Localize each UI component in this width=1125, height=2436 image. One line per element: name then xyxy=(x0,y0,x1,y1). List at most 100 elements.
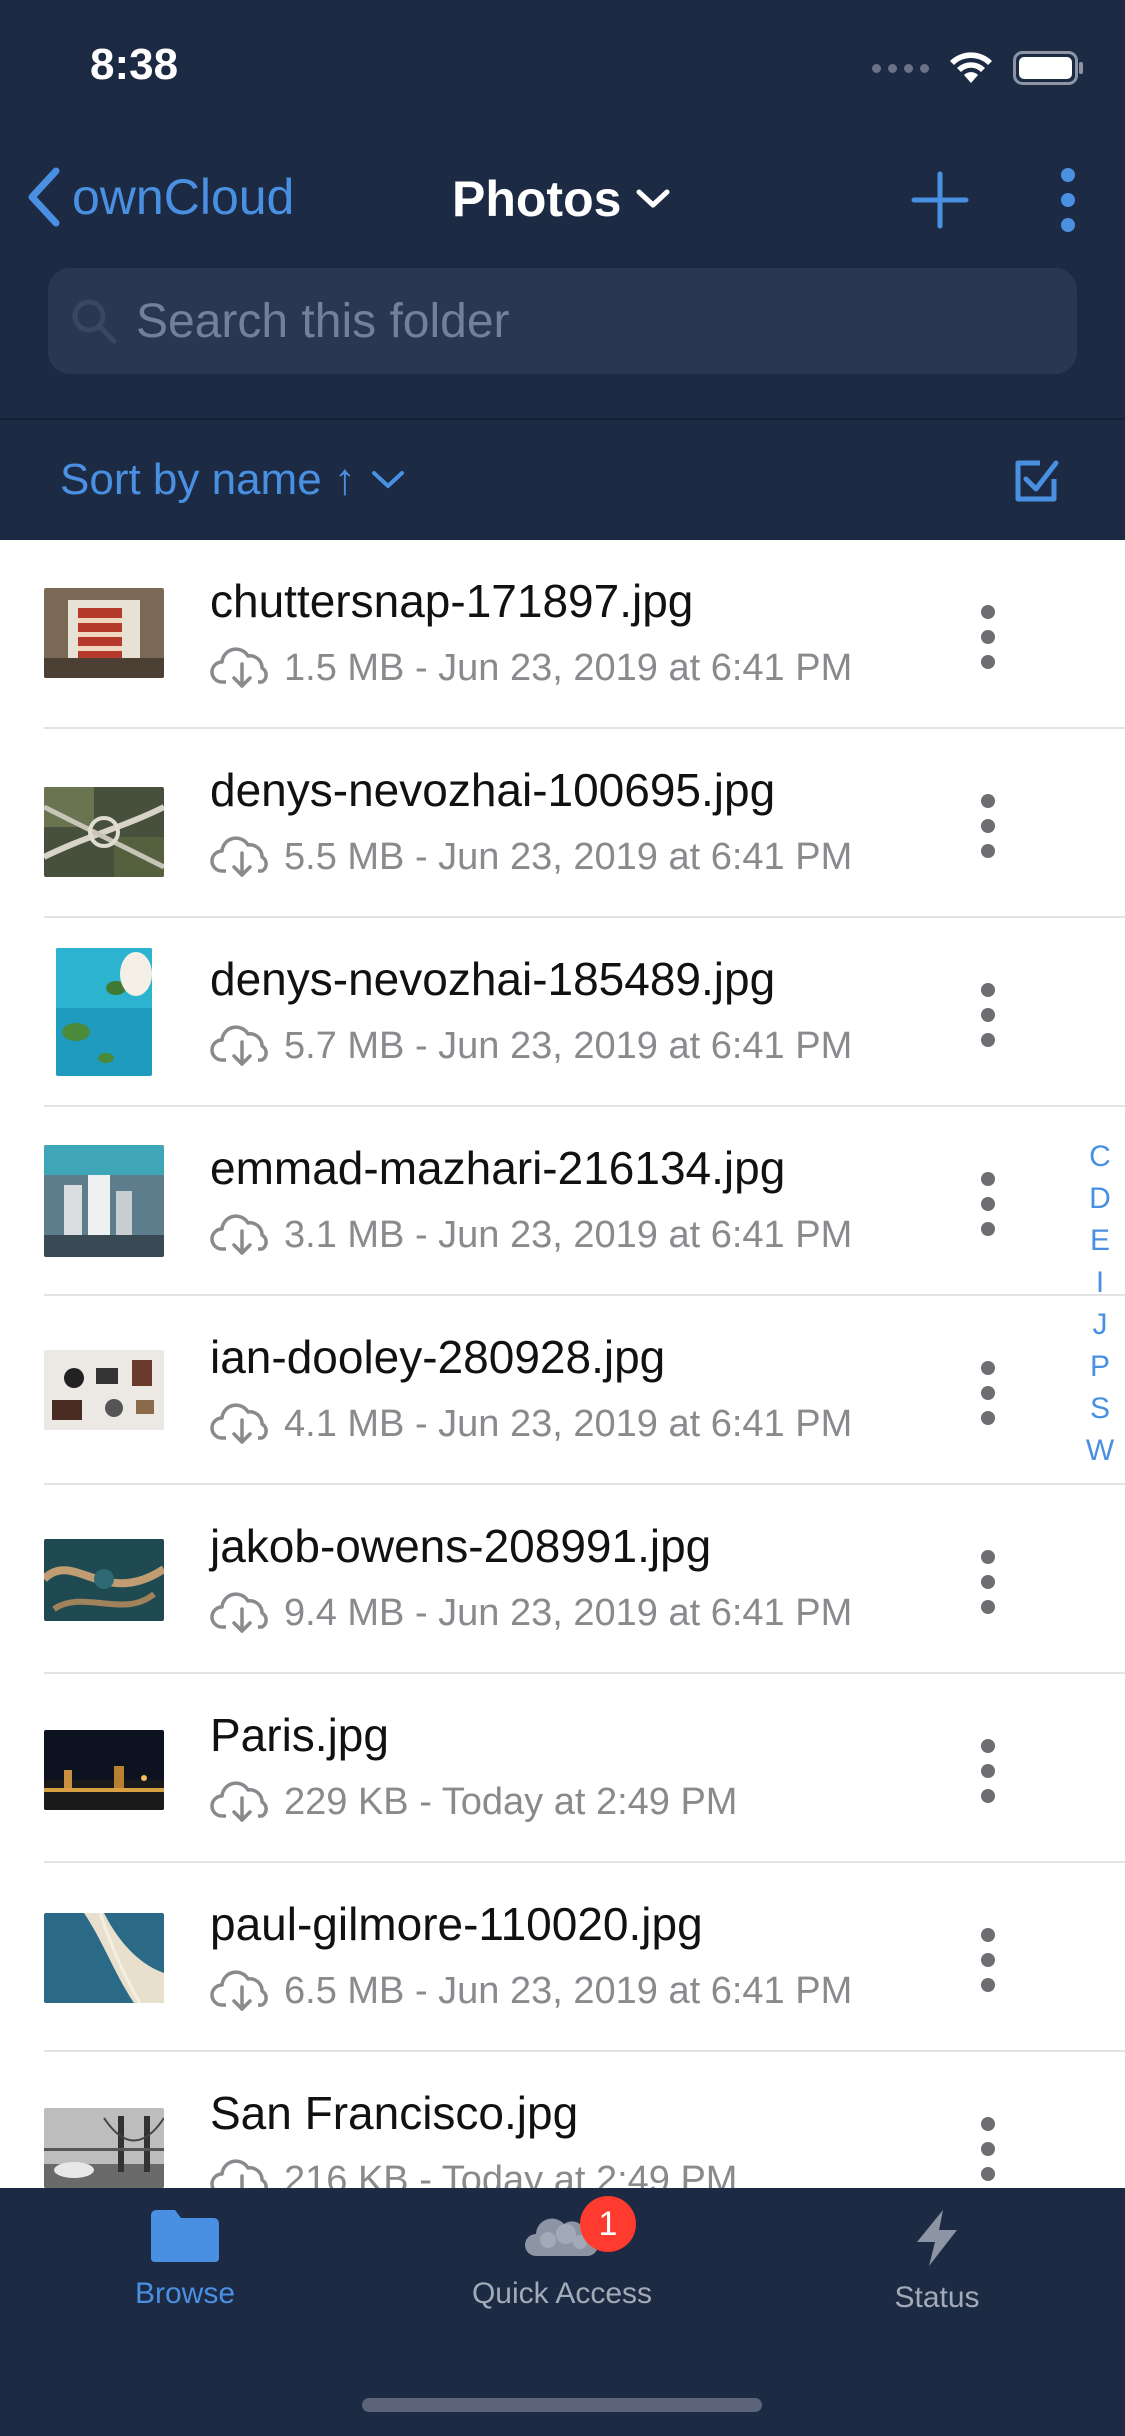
sort-label: Sort by name ↑ xyxy=(60,455,356,504)
file-name: chuttersnap-171897.jpg xyxy=(210,575,694,627)
more-actions-button[interactable] xyxy=(1050,165,1086,235)
more-options-icon[interactable] xyxy=(976,2114,1000,2184)
file-size-date: 5.5 MB - Jun 23, 2019 at 6:41 PM xyxy=(284,835,853,878)
thumbnail-image xyxy=(44,588,164,678)
back-button[interactable]: ownCloud xyxy=(24,165,294,229)
page-title: Photos xyxy=(452,171,622,227)
list-item[interactable]: paul-gilmore-110020.jpg 6.5 MB - Jun 23,… xyxy=(0,1863,1125,2052)
home-indicator xyxy=(362,2398,762,2412)
cloud-download-icon xyxy=(210,836,268,877)
more-options-icon[interactable] xyxy=(976,980,1000,1050)
tab-label: Status xyxy=(894,2281,980,2314)
divider xyxy=(0,418,1125,420)
file-name: paul-gilmore-110020.jpg xyxy=(210,1898,703,1950)
notification-badge: 1 xyxy=(580,2196,636,2252)
file-size-date: 229 KB - Today at 2:49 PM xyxy=(284,1780,738,1823)
file-meta: 9.4 MB - Jun 23, 2019 at 6:41 PM xyxy=(210,1591,852,1635)
index-letter[interactable]: J xyxy=(1093,1308,1108,1342)
more-options-icon[interactable] xyxy=(976,1736,1000,1806)
chevron-left-icon xyxy=(28,167,60,227)
list-item[interactable]: jakob-owens-208991.jpg 9.4 MB - Jun 23, … xyxy=(0,1485,1125,1674)
cellular-signal-icon xyxy=(872,63,929,73)
cloud-download-icon xyxy=(210,1025,268,1066)
file-size-date: 5.7 MB - Jun 23, 2019 at 6:41 PM xyxy=(284,1024,853,1067)
file-name: ian-dooley-280928.jpg xyxy=(210,1331,666,1383)
index-letter[interactable]: S xyxy=(1090,1392,1110,1426)
tab-label: Browse xyxy=(134,2277,236,2310)
file-meta: 6.5 MB - Jun 23, 2019 at 6:41 PM xyxy=(210,1969,852,2013)
lightning-icon xyxy=(917,2210,957,2266)
index-letter[interactable]: P xyxy=(1090,1350,1110,1384)
sort-button[interactable]: Sort by name ↑ xyxy=(60,455,406,505)
file-meta: 5.5 MB - Jun 23, 2019 at 6:41 PM xyxy=(210,835,852,879)
battery-icon xyxy=(1013,51,1083,85)
chevron-down-icon xyxy=(636,189,670,208)
thumbnail-image xyxy=(44,1145,164,1257)
cloud-download-icon xyxy=(210,1781,268,1822)
tab-status[interactable]: Status xyxy=(812,2208,1062,2315)
list-item[interactable]: San Francisco.jpg 216 KB - Today at 2:49… xyxy=(0,2052,1125,2188)
tab-quick-access[interactable]: Quick Access xyxy=(437,2208,687,2311)
more-options-icon[interactable] xyxy=(976,602,1000,672)
folder-title-dropdown[interactable]: Photos xyxy=(452,170,671,228)
folder-icon xyxy=(151,2210,219,2262)
file-size-date: 3.1 MB - Jun 23, 2019 at 6:41 PM xyxy=(284,1213,853,1256)
cloud-download-icon xyxy=(210,647,268,688)
list-item[interactable]: Paris.jpg 229 KB - Today at 2:49 PM xyxy=(0,1674,1125,1863)
chevron-down-icon xyxy=(371,471,404,488)
file-name: San Francisco.jpg xyxy=(210,2087,579,2139)
file-size-date: 216 KB - Today at 2:49 PM xyxy=(284,2158,738,2189)
index-letter[interactable]: I xyxy=(1096,1266,1104,1300)
thumbnail-image xyxy=(44,1730,164,1810)
file-meta: 3.1 MB - Jun 23, 2019 at 6:41 PM xyxy=(210,1213,852,1257)
index-letter[interactable]: E xyxy=(1090,1224,1110,1258)
section-index[interactable]: C D E I J P S W xyxy=(1080,1140,1120,1468)
more-options-icon[interactable] xyxy=(976,1925,1000,1995)
thumbnail-image xyxy=(44,1539,164,1621)
file-list: chuttersnap-171897.jpg 1.5 MB - Jun 23, … xyxy=(0,540,1125,2188)
cloud-download-icon xyxy=(210,1592,268,1633)
list-item[interactable]: denys-nevozhai-185489.jpg 5.7 MB - Jun 2… xyxy=(0,918,1125,1107)
status-time: 8:38 xyxy=(90,40,179,89)
list-item[interactable]: chuttersnap-171897.jpg 1.5 MB - Jun 23, … xyxy=(0,540,1125,729)
file-meta: 229 KB - Today at 2:49 PM xyxy=(210,1780,737,1824)
file-size-date: 9.4 MB - Jun 23, 2019 at 6:41 PM xyxy=(284,1591,853,1634)
list-item[interactable]: emmad-mazhari-216134.jpg 3.1 MB - Jun 23… xyxy=(0,1107,1125,1296)
file-name: emmad-mazhari-216134.jpg xyxy=(210,1142,786,1194)
cloud-download-icon xyxy=(210,1970,268,2011)
file-name: denys-nevozhai-185489.jpg xyxy=(210,953,776,1005)
status-icons xyxy=(872,48,1085,88)
tab-label: Quick Access xyxy=(471,2277,653,2310)
cloud-download-icon xyxy=(210,1403,268,1444)
thumbnail-image xyxy=(56,948,152,1076)
cloud-download-icon xyxy=(210,2159,268,2188)
wifi-icon xyxy=(950,52,992,83)
file-meta: 1.5 MB - Jun 23, 2019 at 6:41 PM xyxy=(210,646,852,690)
cloud-download-icon xyxy=(210,1214,268,1255)
file-size-date: 4.1 MB - Jun 23, 2019 at 6:41 PM xyxy=(284,1402,853,1445)
search-input[interactable]: Search this folder xyxy=(48,268,1077,374)
select-mode-checkbox-icon[interactable] xyxy=(1010,455,1062,507)
search-placeholder: Search this folder xyxy=(136,294,510,348)
add-button[interactable] xyxy=(910,170,970,230)
index-letter[interactable]: C xyxy=(1089,1140,1111,1174)
more-options-icon[interactable] xyxy=(976,1547,1000,1617)
file-size-date: 6.5 MB - Jun 23, 2019 at 6:41 PM xyxy=(284,1969,853,2012)
thumbnail-image xyxy=(44,1913,164,2003)
file-name: denys-nevozhai-100695.jpg xyxy=(210,764,776,816)
list-item[interactable]: denys-nevozhai-100695.jpg 5.5 MB - Jun 2… xyxy=(0,729,1125,918)
back-label: ownCloud xyxy=(72,169,295,225)
more-options-icon[interactable] xyxy=(976,1358,1000,1428)
more-options-icon[interactable] xyxy=(976,1169,1000,1239)
file-meta: 216 KB - Today at 2:49 PM xyxy=(210,2158,737,2188)
tab-browse[interactable]: Browse xyxy=(60,2208,310,2311)
thumbnail-image xyxy=(44,787,164,877)
index-letter[interactable]: D xyxy=(1089,1182,1111,1216)
navigation-header: 8:38 ownCloud Photos Search this folder … xyxy=(0,0,1125,540)
thumbnail-image xyxy=(44,2108,164,2188)
file-name: jakob-owens-208991.jpg xyxy=(210,1520,712,1572)
file-meta: 5.7 MB - Jun 23, 2019 at 6:41 PM xyxy=(210,1024,852,1068)
list-item[interactable]: ian-dooley-280928.jpg 4.1 MB - Jun 23, 2… xyxy=(0,1296,1125,1485)
index-letter[interactable]: W xyxy=(1086,1434,1114,1468)
more-options-icon[interactable] xyxy=(976,791,1000,861)
